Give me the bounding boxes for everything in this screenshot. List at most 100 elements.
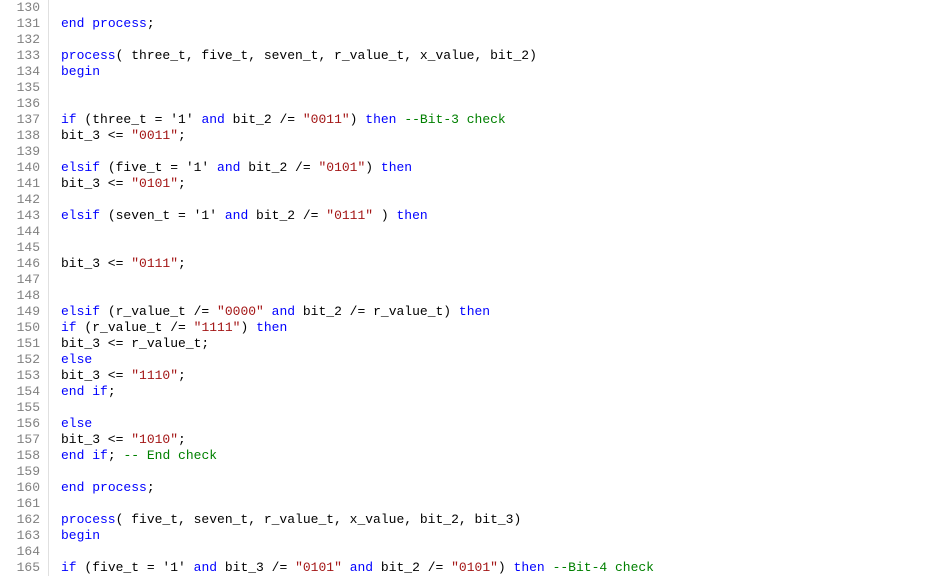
- code-line[interactable]: 149elsif (r_value_t /= "0000" and bit_2 …: [0, 304, 950, 320]
- line-number: 144: [0, 224, 49, 240]
- code-content[interactable]: [49, 224, 950, 240]
- code-content[interactable]: bit_3 <= "0101";: [49, 176, 950, 192]
- code-content[interactable]: [49, 80, 950, 96]
- code-line[interactable]: 158end if; -- End check: [0, 448, 950, 464]
- token-kw: process: [61, 48, 116, 63]
- code-line[interactable]: 162process( five_t, seven_t, r_value_t, …: [0, 512, 950, 528]
- token-id: ;: [178, 176, 186, 191]
- code-content[interactable]: [49, 288, 950, 304]
- code-line[interactable]: 160end process;: [0, 480, 950, 496]
- code-line[interactable]: 159: [0, 464, 950, 480]
- code-line[interactable]: 157bit_3 <= "1010";: [0, 432, 950, 448]
- token-id: [342, 560, 350, 575]
- code-content[interactable]: process( five_t, seven_t, r_value_t, x_v…: [49, 512, 950, 528]
- code-line[interactable]: 139: [0, 144, 950, 160]
- code-line[interactable]: 143elsif (seven_t = '1' and bit_2 /= "01…: [0, 208, 950, 224]
- code-content[interactable]: else: [49, 416, 950, 432]
- code-line[interactable]: 154end if;: [0, 384, 950, 400]
- token-id: ;: [147, 16, 155, 31]
- code-content[interactable]: [49, 496, 950, 512]
- code-line[interactable]: 150if (r_value_t /= "1111") then: [0, 320, 950, 336]
- code-line[interactable]: 161: [0, 496, 950, 512]
- line-number: 159: [0, 464, 49, 480]
- code-content[interactable]: if (three_t = '1' and bit_2 /= "0011") t…: [49, 112, 950, 128]
- token-str: "1111": [194, 320, 241, 335]
- code-content[interactable]: [49, 32, 950, 48]
- token-str: "0111": [326, 208, 373, 223]
- code-content[interactable]: elsif (r_value_t /= "0000" and bit_2 /= …: [49, 304, 950, 320]
- code-content[interactable]: bit_3 <= "1010";: [49, 432, 950, 448]
- code-content[interactable]: if (five_t = '1' and bit_3 /= "0101" and…: [49, 560, 950, 576]
- code-line[interactable]: 164: [0, 544, 950, 560]
- code-content[interactable]: process( three_t, five_t, seven_t, r_val…: [49, 48, 950, 64]
- code-line[interactable]: 136: [0, 96, 950, 112]
- code-editor[interactable]: 130131end process;132133process( three_t…: [0, 0, 950, 576]
- code-content[interactable]: [49, 544, 950, 560]
- code-line[interactable]: 147: [0, 272, 950, 288]
- code-line[interactable]: 138bit_3 <= "0011";: [0, 128, 950, 144]
- line-number: 136: [0, 96, 49, 112]
- code-content[interactable]: [49, 400, 950, 416]
- token-kw: process: [61, 512, 116, 527]
- code-line[interactable]: 134begin: [0, 64, 950, 80]
- code-content[interactable]: [49, 192, 950, 208]
- token-str: "0111": [131, 256, 178, 271]
- code-content[interactable]: end if; -- End check: [49, 448, 950, 464]
- code-line[interactable]: 130: [0, 0, 950, 16]
- code-content[interactable]: end process;: [49, 480, 950, 496]
- code-line[interactable]: 137if (three_t = '1' and bit_2 /= "0011"…: [0, 112, 950, 128]
- code-line[interactable]: 151bit_3 <= r_value_t;: [0, 336, 950, 352]
- token-id: ;: [108, 384, 116, 399]
- code-line[interactable]: 131end process;: [0, 16, 950, 32]
- token-id: ): [498, 560, 514, 575]
- token-cmt: --Bit-4 check: [553, 560, 654, 575]
- code-content[interactable]: bit_3 <= r_value_t;: [49, 336, 950, 352]
- line-number: 139: [0, 144, 49, 160]
- code-line[interactable]: 153bit_3 <= "1110";: [0, 368, 950, 384]
- token-kw: process: [92, 480, 147, 495]
- code-content[interactable]: [49, 0, 950, 16]
- code-content[interactable]: bit_3 <= "1110";: [49, 368, 950, 384]
- code-content[interactable]: [49, 464, 950, 480]
- code-line[interactable]: 152else: [0, 352, 950, 368]
- token-kw: end: [61, 480, 84, 495]
- code-content[interactable]: [49, 96, 950, 112]
- code-content[interactable]: bit_3 <= "0111";: [49, 256, 950, 272]
- code-line[interactable]: 141bit_3 <= "0101";: [0, 176, 950, 192]
- code-line[interactable]: 148: [0, 288, 950, 304]
- token-str: "0011": [303, 112, 350, 127]
- code-line[interactable]: 155: [0, 400, 950, 416]
- code-line[interactable]: 146bit_3 <= "0111";: [0, 256, 950, 272]
- token-id: ): [373, 208, 396, 223]
- code-content[interactable]: [49, 240, 950, 256]
- code-content[interactable]: if (r_value_t /= "1111") then: [49, 320, 950, 336]
- line-number: 142: [0, 192, 49, 208]
- code-content[interactable]: elsif (seven_t = '1' and bit_2 /= "0111"…: [49, 208, 950, 224]
- code-line[interactable]: 144: [0, 224, 950, 240]
- line-number: 162: [0, 512, 49, 528]
- code-content[interactable]: begin: [49, 64, 950, 80]
- token-str: "0011": [131, 128, 178, 143]
- code-line[interactable]: 145: [0, 240, 950, 256]
- code-line[interactable]: 156else: [0, 416, 950, 432]
- code-line[interactable]: 133process( three_t, five_t, seven_t, r_…: [0, 48, 950, 64]
- code-content[interactable]: [49, 144, 950, 160]
- line-number: 149: [0, 304, 49, 320]
- code-content[interactable]: [49, 272, 950, 288]
- code-content[interactable]: begin: [49, 528, 950, 544]
- token-id: bit_2 /=: [225, 112, 303, 127]
- code-line[interactable]: 135: [0, 80, 950, 96]
- code-line[interactable]: 132: [0, 32, 950, 48]
- code-content[interactable]: else: [49, 352, 950, 368]
- code-line[interactable]: 142: [0, 192, 950, 208]
- line-number: 134: [0, 64, 49, 80]
- code-content[interactable]: elsif (five_t = '1' and bit_2 /= "0101")…: [49, 160, 950, 176]
- code-content[interactable]: end process;: [49, 16, 950, 32]
- code-content[interactable]: end if;: [49, 384, 950, 400]
- token-kw: then: [459, 304, 490, 319]
- code-line[interactable]: 140elsif (five_t = '1' and bit_2 /= "010…: [0, 160, 950, 176]
- code-content[interactable]: bit_3 <= "0011";: [49, 128, 950, 144]
- line-number: 160: [0, 480, 49, 496]
- code-line[interactable]: 163begin: [0, 528, 950, 544]
- code-line[interactable]: 165if (five_t = '1' and bit_3 /= "0101" …: [0, 560, 950, 576]
